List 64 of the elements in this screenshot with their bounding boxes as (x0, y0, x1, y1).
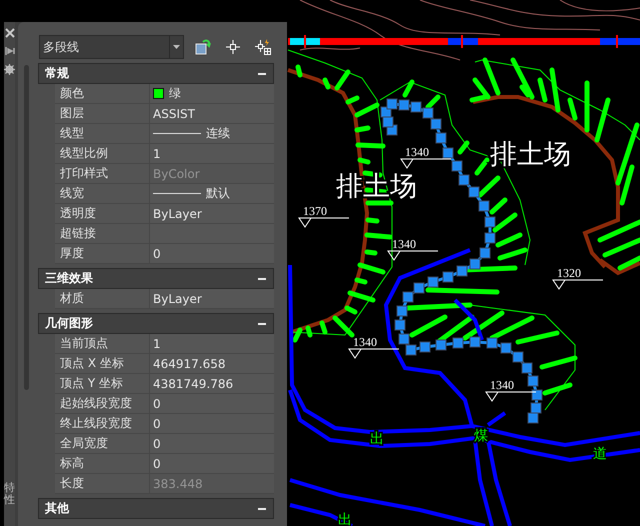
area-label: 排土场 (490, 139, 571, 170)
property-label: 起始线段宽度 (55, 394, 150, 413)
pin-icon[interactable] (4, 46, 14, 56)
elevation-label: 1340 (405, 145, 429, 159)
palette-side-tab[interactable]: 特性 (4, 482, 15, 506)
property-label: 厚度 (55, 244, 150, 263)
property-label: 图层 (55, 104, 150, 123)
property-label: 全局宽度 (55, 434, 150, 453)
property-label: 透明度 (55, 204, 150, 223)
section-header[interactable]: 其他 (38, 498, 274, 519)
elevation-marker-icon (387, 250, 438, 261)
object-type-dropdown[interactable]: 多段线 (39, 35, 184, 59)
line-sample-icon (153, 192, 201, 195)
property-value-field[interactable]: 0 (150, 454, 274, 473)
property-label: 打印样式 (55, 164, 150, 183)
property-label: 当前顶点 (55, 334, 150, 353)
property-label: 线型比例 (55, 144, 150, 163)
elevation-marker-icon (400, 158, 452, 169)
elevation-label: 1340 (392, 237, 416, 251)
section-title: 常规 (45, 65, 69, 82)
settings-icon[interactable] (4, 64, 15, 75)
property-value-field[interactable]: 1 (150, 144, 274, 163)
property-label: 终止线段宽度 (55, 414, 150, 433)
property-value-field[interactable]: ByLayer (150, 204, 274, 223)
property-value-field[interactable]: 连续 (150, 124, 274, 143)
property-label: 线宽 (55, 184, 150, 203)
property-label: 颜色 (55, 84, 150, 103)
elevation-marker-icon (552, 280, 604, 290)
section-header[interactable]: 几何图形 (38, 313, 274, 334)
caret-icon (173, 45, 180, 49)
close-icon[interactable] (4, 28, 14, 38)
property-label: 材质 (55, 289, 150, 308)
property-label: 长度 (55, 474, 150, 493)
property-value-field[interactable]: 绿 (150, 84, 274, 103)
property-label: 线型 (55, 124, 150, 143)
elevation-label: 1340 (490, 378, 514, 392)
section-title: 其他 (45, 500, 69, 517)
property-value-field[interactable]: 464917.658 (150, 354, 274, 373)
elevation-marker-icon (298, 218, 350, 228)
property-label: 超链接 (55, 224, 150, 243)
scrollbar[interactable] (24, 65, 29, 390)
property-value-field[interactable]: 默认 (150, 184, 274, 203)
property-value-field[interactable]: 0 (150, 394, 274, 413)
section-title: 三维效果 (45, 270, 93, 287)
elevation-label: 1320 (557, 266, 581, 280)
property-value-field[interactable]: 0 (150, 434, 274, 453)
section-header[interactable]: 常规 (38, 63, 274, 84)
elevation-label: 1370 (303, 204, 327, 218)
section-header[interactable]: 三维效果 (38, 268, 274, 289)
property-value-field[interactable]: ByLayer (150, 289, 274, 308)
property-value-field[interactable]: ASSIST (150, 104, 274, 123)
elevation-marker-icon (485, 392, 536, 402)
road-label: 出 (370, 431, 384, 447)
property-label: 标高 (55, 454, 150, 473)
section-title: 几何图形 (45, 315, 93, 332)
line-sample-icon (153, 132, 201, 135)
property-value-field[interactable]: 0 (150, 244, 274, 263)
property-label: 顶点 Y 坐标 (55, 374, 150, 393)
property-value-field[interactable]: 0 (150, 414, 274, 433)
property-value-field[interactable]: 1 (150, 334, 274, 353)
property-value-field[interactable]: 4381749.786 (150, 374, 274, 393)
elevation-marker-icon (348, 348, 400, 359)
property-label: 顶点 X 坐标 (55, 354, 150, 373)
elevation-label: 1340 (353, 335, 377, 349)
